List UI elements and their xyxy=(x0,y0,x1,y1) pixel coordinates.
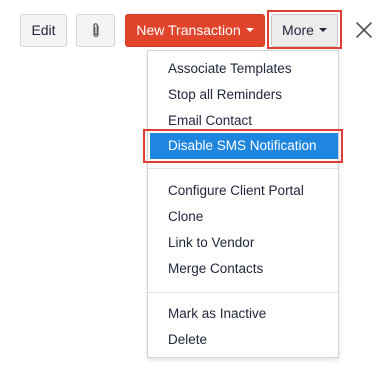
contact-actions-toolbar: Edit New Transaction More Associate Temp… xyxy=(0,0,385,372)
highlighted-item-outline xyxy=(143,129,343,163)
menu-item-mark-as-inactive[interactable]: Mark as Inactive xyxy=(148,301,338,327)
edit-button[interactable]: Edit xyxy=(20,14,67,47)
menu-item-associate-templates[interactable]: Associate Templates xyxy=(148,56,338,82)
chevron-down-icon xyxy=(245,28,254,33)
menu-item-clone[interactable]: Clone xyxy=(148,204,338,230)
menu-item-merge-contacts[interactable]: Merge Contacts xyxy=(148,256,338,282)
menu-item-link-to-vendor[interactable]: Link to Vendor xyxy=(148,230,338,256)
menu-divider xyxy=(148,168,338,169)
new-transaction-label: New Transaction xyxy=(136,22,241,38)
menu-divider xyxy=(148,292,338,293)
menu-item-delete[interactable]: Delete xyxy=(148,327,338,353)
menu-item-configure-client-portal[interactable]: Configure Client Portal xyxy=(148,178,338,204)
chevron-down-icon xyxy=(318,28,327,33)
more-button[interactable]: More xyxy=(271,14,338,47)
edit-button-label: Edit xyxy=(31,22,56,38)
menu-item-stop-all-reminders[interactable]: Stop all Reminders xyxy=(148,82,338,108)
paperclip-icon xyxy=(93,23,99,38)
new-transaction-button[interactable]: New Transaction xyxy=(125,14,265,47)
more-button-label: More xyxy=(282,22,314,38)
more-dropdown-menu: Associate Templates Stop all Reminders E… xyxy=(147,50,339,358)
attach-button[interactable] xyxy=(76,14,115,47)
close-icon[interactable] xyxy=(356,22,372,38)
